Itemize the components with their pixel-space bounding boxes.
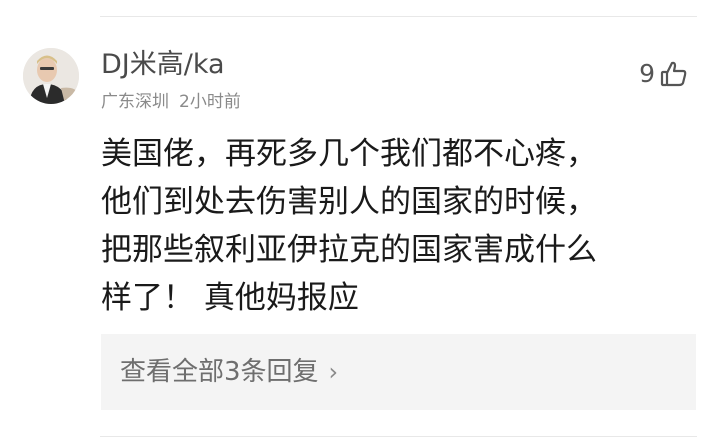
timestamp: 2小时前: [179, 92, 241, 112]
like-button[interactable]: 9: [639, 58, 689, 90]
avatar[interactable]: [23, 48, 79, 104]
chevron-right-icon: ›: [328, 358, 339, 386]
comment-text: 美国佬，再死多几个我们都不心疼， 他们到处去伤害别人的国家的时候， 把那些叙利亚…: [101, 136, 597, 316]
comment-card: DJ米高/ka 广东深圳 2小时前 9 美国佬，再死多几个我们都不心疼， 他们到处…: [0, 0, 719, 448]
bottom-divider: [100, 436, 697, 437]
replies-label-text: 查看全部3条回复: [120, 357, 319, 387]
username[interactable]: DJ米高/ka: [101, 48, 225, 82]
top-divider: [100, 16, 697, 17]
thumbs-up-icon[interactable]: [659, 59, 689, 89]
avatar-image: [23, 48, 79, 104]
view-all-replies-label: 查看全部3条回复 ›: [120, 354, 338, 390]
location-label: 广东深圳: [101, 92, 169, 112]
comment-meta: 广东深圳 2小时前: [101, 90, 241, 114]
view-all-replies-button[interactable]: 查看全部3条回复 ›: [101, 334, 696, 410]
like-count: 9: [639, 59, 655, 88]
